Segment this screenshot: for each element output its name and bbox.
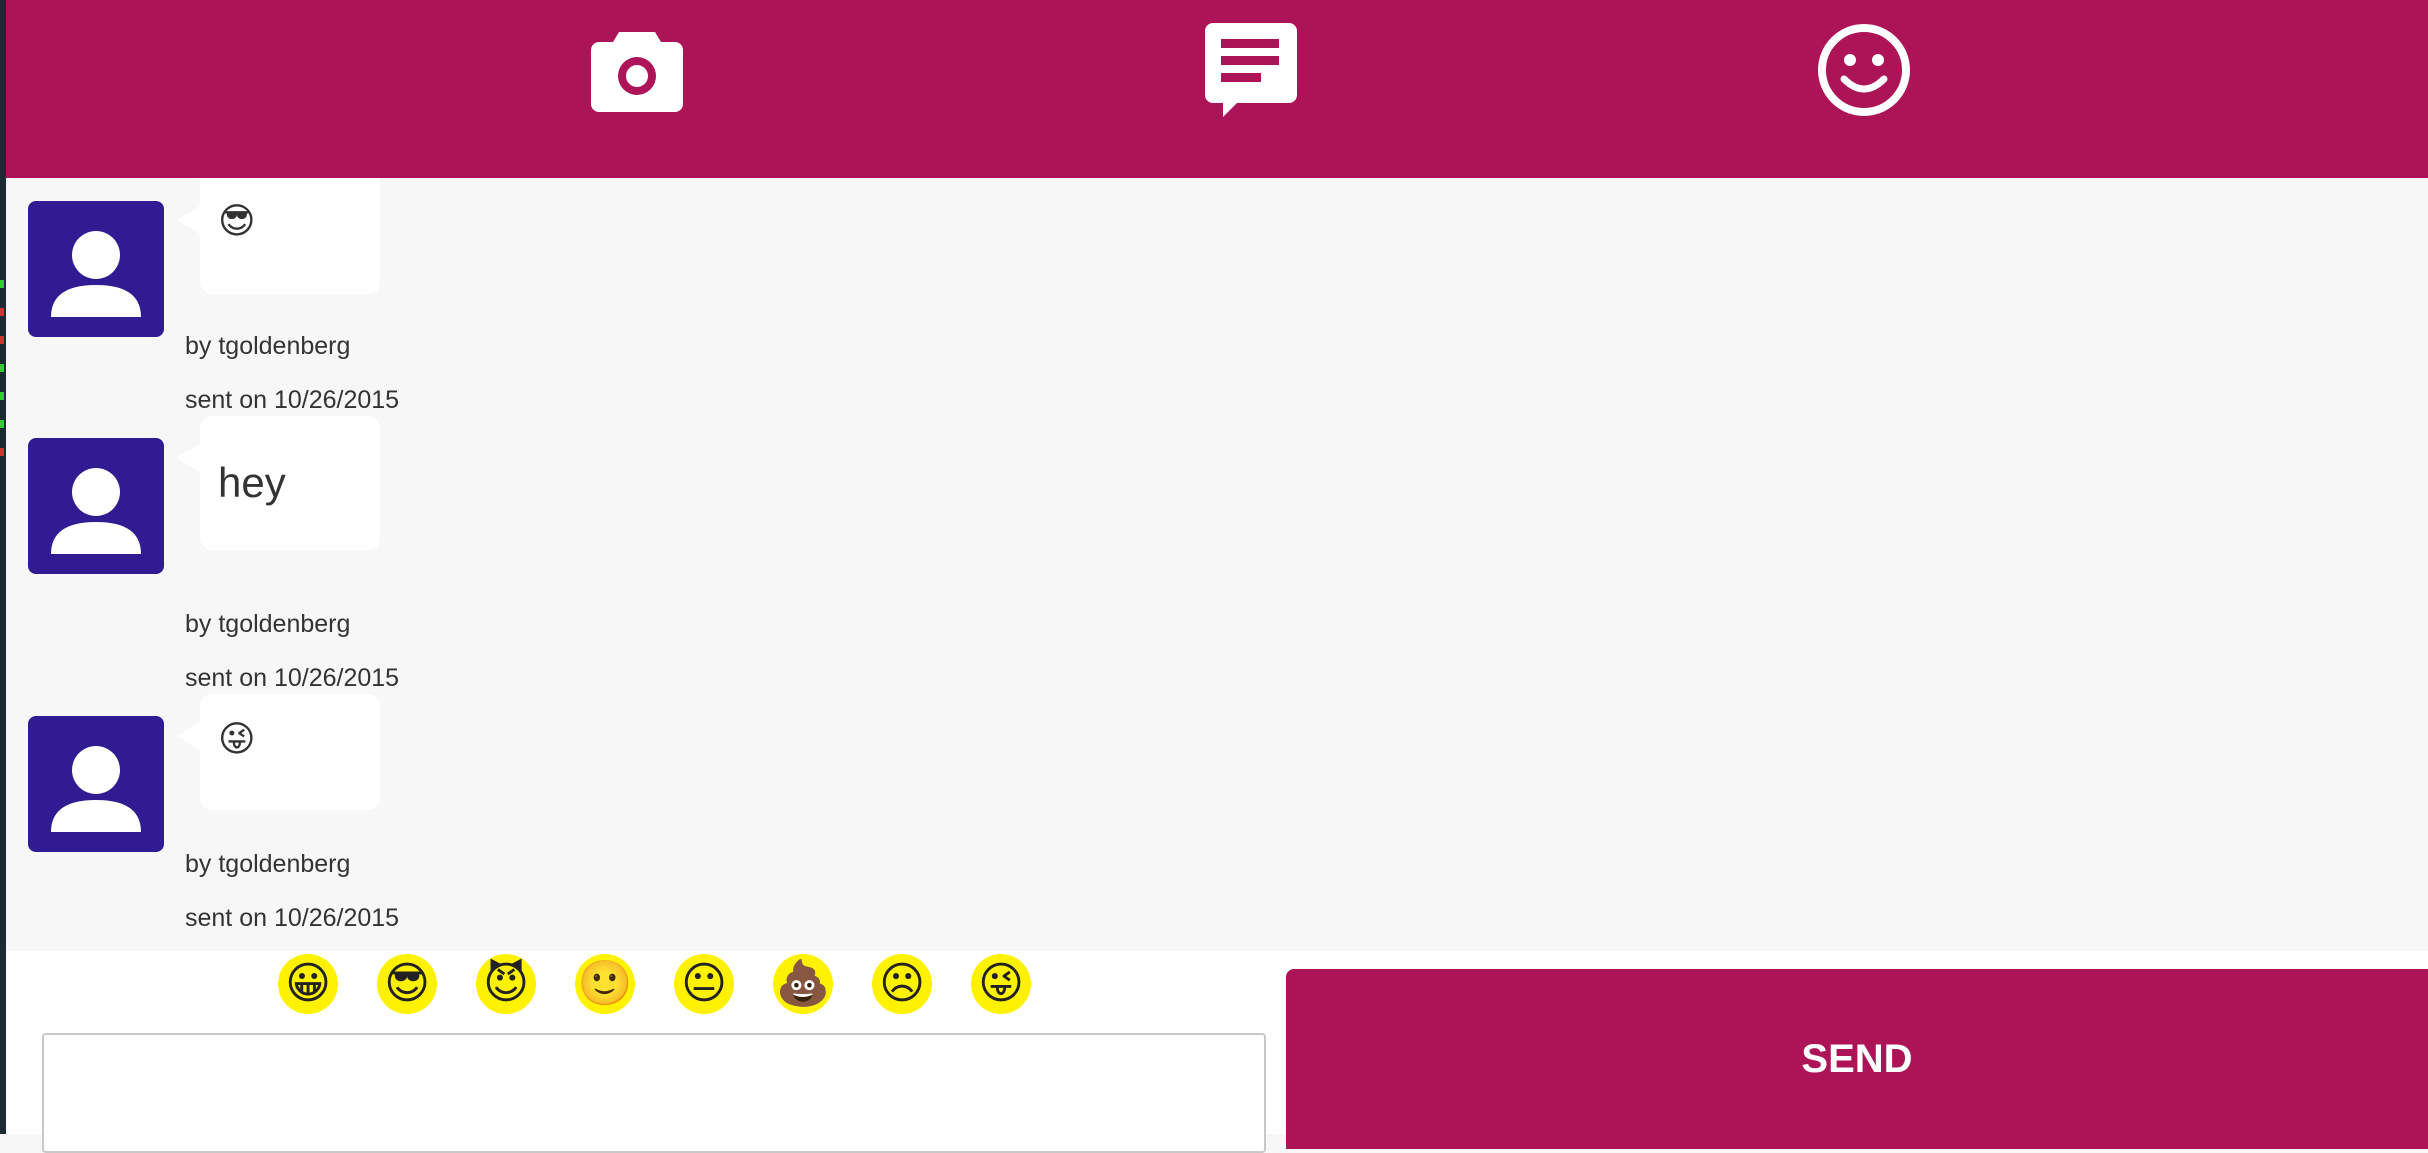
- message-timestamp: sent on 10/26/2015: [185, 386, 400, 414]
- window-edge-strip: [0, 0, 6, 1134]
- sunglasses-face-icon[interactable]: 😎: [377, 954, 437, 1014]
- chat-button[interactable]: [1201, 20, 1301, 120]
- smiling-face-icon[interactable]: 🙂: [575, 954, 635, 1014]
- chat-icon: [1205, 23, 1297, 117]
- message-author: by tgoldenberg: [185, 850, 351, 878]
- poop-icon[interactable]: 💩: [773, 954, 833, 1014]
- message-bubble: hey: [176, 416, 380, 550]
- devil-face-icon[interactable]: 😈: [476, 954, 536, 1014]
- avatar: [28, 201, 164, 337]
- message-timestamp: sent on 10/26/2015: [185, 664, 400, 692]
- user-icon: [51, 746, 141, 832]
- message-input[interactable]: [42, 1033, 1266, 1153]
- neutral-face-icon[interactable]: 😐: [674, 954, 734, 1014]
- header-bar: [6, 0, 2428, 178]
- message-text: hey: [218, 459, 286, 506]
- message-emoji: 😎: [218, 201, 256, 242]
- smiley-icon: [1818, 24, 1910, 116]
- frowning-face-icon[interactable]: ☹: [872, 954, 932, 1014]
- message-timestamp: sent on 10/26/2015: [185, 904, 400, 932]
- camera-icon: [591, 32, 683, 112]
- message-author: by tgoldenberg: [185, 610, 351, 638]
- winking-tongue-face-icon[interactable]: 😜: [971, 954, 1031, 1014]
- message-emoji: 😜: [218, 719, 256, 760]
- message-bubble: 😜: [176, 694, 380, 810]
- send-button[interactable]: SEND: [1286, 969, 2428, 1149]
- avatar: [28, 716, 164, 852]
- emoji-toggle-button[interactable]: [1814, 20, 1914, 120]
- message-list[interactable]: 😎 by tgoldenberg sent on 10/26/2015 hey …: [6, 178, 2428, 951]
- avatar: [28, 438, 164, 574]
- camera-button[interactable]: [587, 20, 687, 120]
- message-bubble: 😎: [176, 178, 380, 294]
- message-author: by tgoldenberg: [185, 332, 351, 360]
- grinning-face-icon[interactable]: 😀: [278, 954, 338, 1014]
- user-icon: [51, 231, 141, 317]
- user-icon: [51, 468, 141, 554]
